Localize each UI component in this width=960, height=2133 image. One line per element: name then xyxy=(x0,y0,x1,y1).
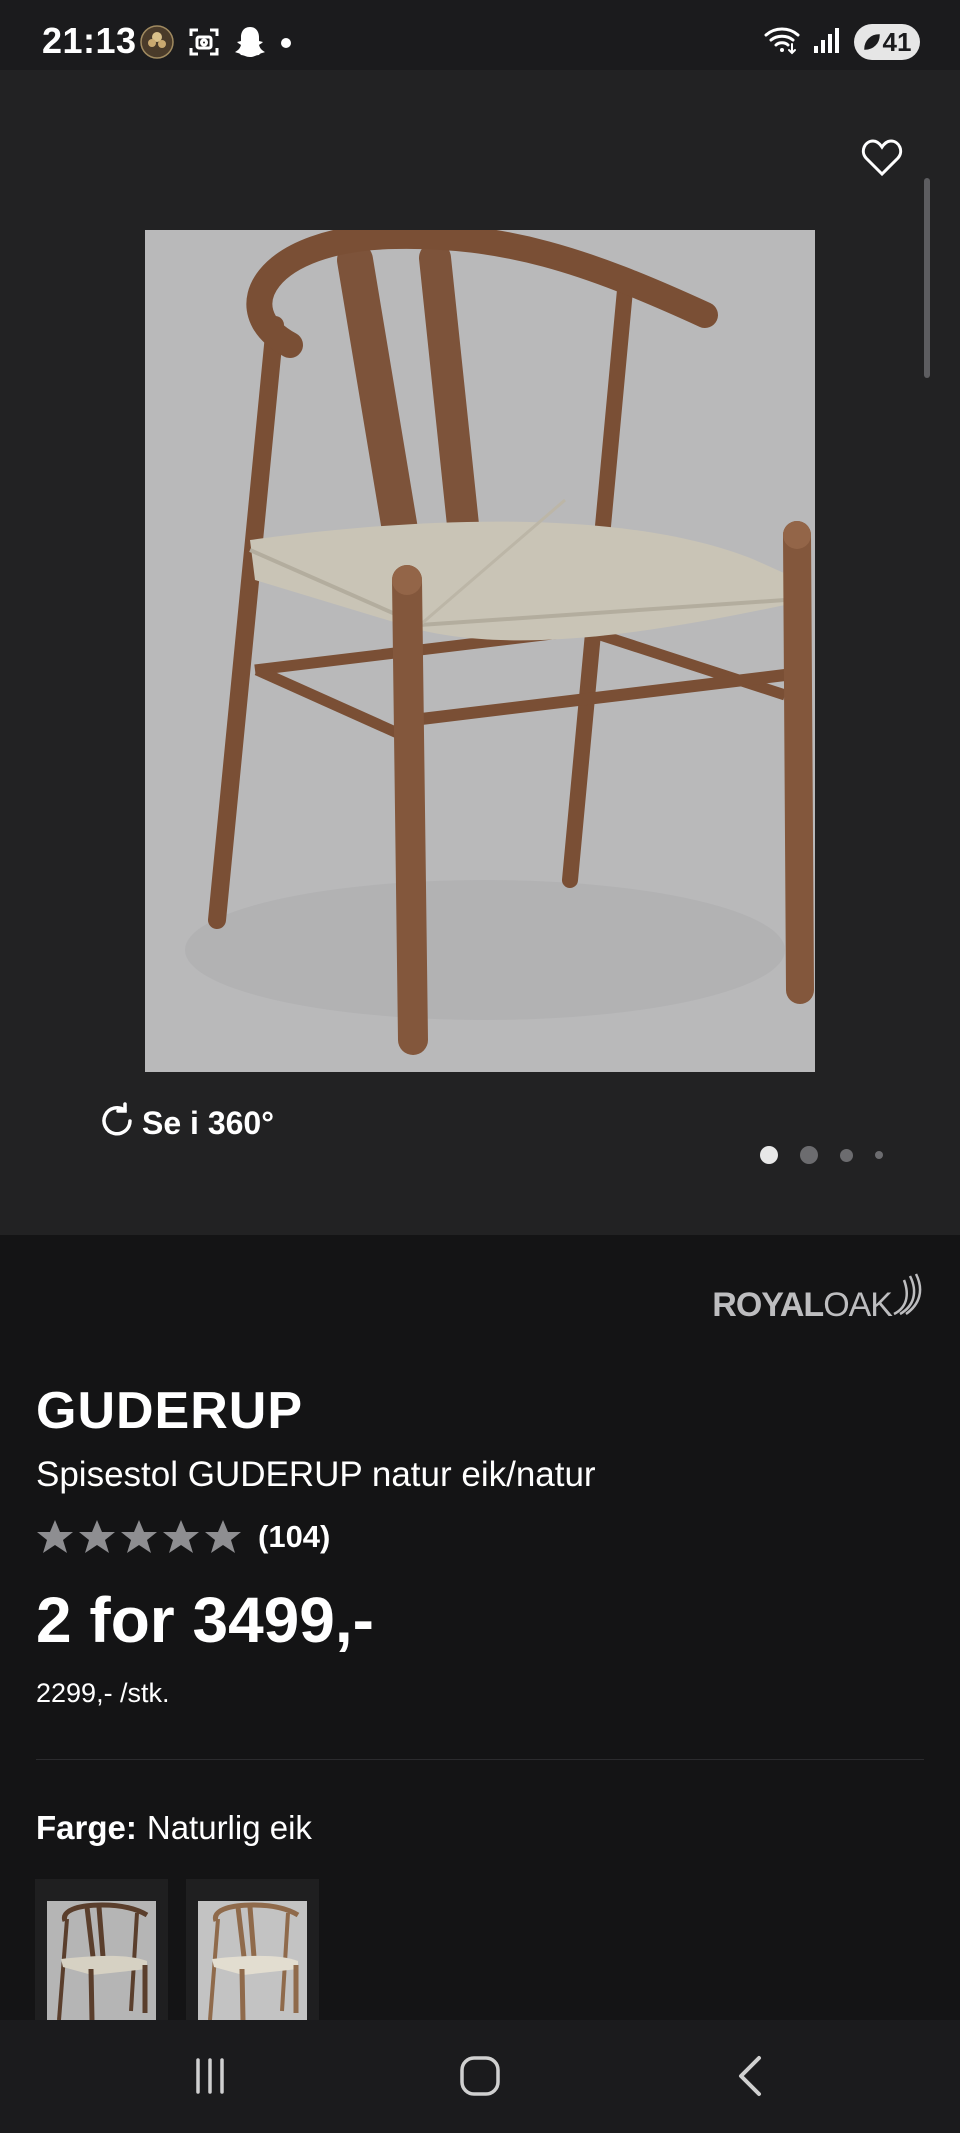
snapchat-ghost-icon xyxy=(234,25,266,64)
view-360-button[interactable]: Se i 360° xyxy=(98,1102,274,1145)
star-icon xyxy=(205,1520,241,1553)
back-button[interactable] xyxy=(720,2048,780,2108)
status-icons-right: 41 xyxy=(764,24,920,60)
flower-icon xyxy=(140,25,174,64)
view-360-label: Se i 360° xyxy=(142,1105,274,1141)
product-title: GUDERUP xyxy=(36,1382,304,1440)
pagination-dot-2[interactable] xyxy=(800,1146,818,1164)
swatch-chair-thumbnail xyxy=(208,1902,300,2020)
color-selection-label: Farge: Naturlig eik xyxy=(36,1809,312,1847)
recent-apps-icon xyxy=(190,2056,230,2101)
brand-oak: OAK xyxy=(823,1286,893,1324)
brand-royal: ROYAL xyxy=(712,1286,824,1324)
rotate-icon xyxy=(98,1102,136,1145)
chair-illustration xyxy=(185,230,814,1055)
recent-apps-button[interactable] xyxy=(180,2048,240,2108)
product-details: ROYAL OAK GUDERUP Spisestol GUDERUP natu… xyxy=(0,1235,960,2020)
gallery-pagination[interactable] xyxy=(760,1146,883,1164)
product-gallery[interactable]: Se i 360° xyxy=(0,70,960,1235)
product-rating[interactable]: (104) xyxy=(36,1519,330,1555)
color-swatch-dark-oak[interactable] xyxy=(35,1879,168,2020)
signal-icon xyxy=(812,26,842,59)
status-icons-left xyxy=(140,25,292,64)
brand-swoosh-icon xyxy=(892,1272,922,1321)
star-icon xyxy=(163,1520,199,1553)
pagination-dot-1[interactable] xyxy=(760,1146,778,1164)
camera-scan-icon xyxy=(188,26,220,63)
product-price: 2 for 3499,- xyxy=(36,1584,374,1656)
product-image[interactable] xyxy=(145,230,815,1072)
status-time: 21:13 xyxy=(42,20,137,61)
star-icon xyxy=(37,1520,73,1553)
scroll-indicator[interactable] xyxy=(924,178,930,378)
home-icon xyxy=(459,2055,501,2102)
back-icon xyxy=(735,2055,765,2102)
unit-price: 2299,- /stk. xyxy=(36,1678,170,1708)
color-value: Naturlig eik xyxy=(146,1809,312,1846)
heart-icon xyxy=(861,138,903,182)
status-bar: 21:13 41 xyxy=(0,0,960,70)
divider xyxy=(36,1759,924,1760)
home-button[interactable] xyxy=(450,2048,510,2108)
dot-icon xyxy=(280,36,292,54)
color-label: Farge: xyxy=(36,1809,137,1846)
brand-logo[interactable]: ROYAL OAK xyxy=(712,1272,922,1325)
battery-indicator: 41 xyxy=(854,24,920,60)
star-icon xyxy=(121,1520,157,1553)
pagination-dot-4[interactable] xyxy=(875,1151,883,1159)
product-subtitle: Spisestol GUDERUP natur eik/natur xyxy=(36,1455,596,1494)
color-swatch-natural-oak[interactable] xyxy=(186,1879,319,2020)
pagination-dot-3[interactable] xyxy=(840,1148,853,1162)
swatch-chair-thumbnail xyxy=(57,1902,149,2020)
favorite-button[interactable] xyxy=(856,134,908,186)
system-nav-bar xyxy=(0,2020,960,2133)
star-icon xyxy=(79,1520,115,1553)
wifi-icon xyxy=(764,25,800,60)
battery-icon xyxy=(863,27,881,58)
rating-count[interactable]: (104) xyxy=(258,1519,330,1555)
battery-level: 41 xyxy=(882,26,912,57)
